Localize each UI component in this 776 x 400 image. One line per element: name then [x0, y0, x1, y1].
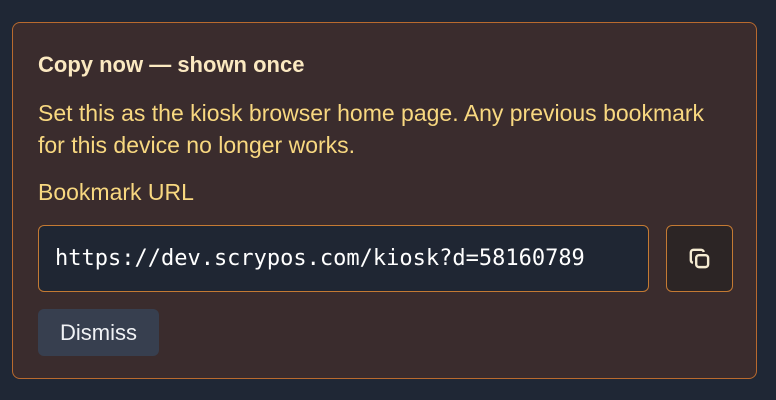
notice-message: Set this as the kiosk browser home page.…	[38, 100, 705, 158]
copy-url-button[interactable]	[666, 225, 733, 292]
notice-heading: Copy now — shown once	[38, 52, 305, 77]
bookmark-url-input[interactable]	[38, 225, 649, 292]
dismiss-button[interactable]: Dismiss	[38, 309, 159, 356]
one-time-url-notice: Copy now — shown once Set this as the ki…	[12, 22, 757, 379]
bookmark-url-label: Bookmark URL	[38, 179, 194, 205]
copy-icon	[689, 248, 709, 268]
